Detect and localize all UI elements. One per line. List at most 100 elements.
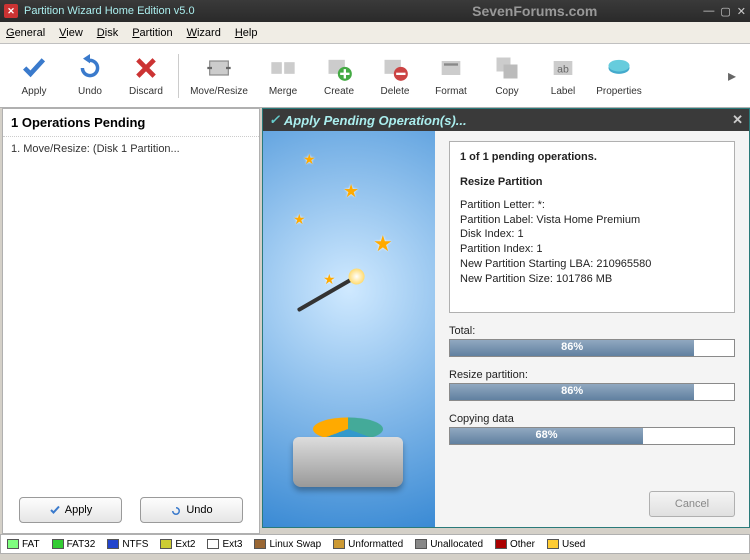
menu-help[interactable]: Help [235, 27, 258, 39]
legend-swatch [415, 539, 427, 549]
dialog-close-icon[interactable]: ✕ [732, 112, 743, 128]
undo-ops-button[interactable]: Undo [140, 497, 243, 523]
op-line: Partition Index: 1 [460, 242, 724, 257]
disk-icon [293, 437, 403, 487]
progress-copy: 68% [449, 427, 735, 445]
legend-label: FAT [22, 539, 40, 550]
apply-button[interactable]: Apply [6, 48, 62, 104]
legend-swatch [207, 539, 219, 549]
legend-swatch [107, 539, 119, 549]
discard-icon [132, 54, 160, 82]
label-button[interactable]: ab Label [535, 48, 591, 104]
app-icon: ✕ [4, 4, 18, 18]
legend-item: Used [547, 539, 585, 550]
maximize-icon[interactable]: ▢ [720, 5, 730, 18]
create-icon [325, 54, 353, 82]
main-content: ✓ Apply Pending Operation(s)... ✕ ★ ★ ★ … [262, 108, 750, 534]
merge-button[interactable]: Merge [255, 48, 311, 104]
checkmark-icon: ✓ [269, 112, 280, 128]
legend-item: FAT [7, 539, 40, 550]
menu-disk[interactable]: Disk [97, 27, 118, 39]
format-icon [437, 54, 465, 82]
undo-button[interactable]: Undo [62, 48, 118, 104]
discard-button[interactable]: Discard [118, 48, 174, 104]
window-title: Partition Wizard Home Edition v5.0 [24, 5, 195, 17]
legend-item: Linux Swap [254, 539, 321, 550]
checkmark-icon [49, 504, 61, 516]
dialog-title: Apply Pending Operation(s)... [284, 113, 467, 128]
legend-swatch [160, 539, 172, 549]
apply-dialog: ✓ Apply Pending Operation(s)... ✕ ★ ★ ★ … [262, 108, 750, 528]
undo-icon [76, 54, 104, 82]
op-line: Disk Index: 1 [460, 227, 724, 242]
copy-button[interactable]: Copy [479, 48, 535, 104]
svg-text:ab: ab [557, 64, 569, 76]
menu-view[interactable]: View [59, 27, 83, 39]
operation-info: 1 of 1 pending operations. Resize Partit… [449, 141, 735, 313]
legend-item: Ext3 [207, 539, 242, 550]
progress-label: Total: [449, 325, 735, 337]
copy-icon [493, 54, 521, 82]
create-button[interactable]: Create [311, 48, 367, 104]
move-resize-button[interactable]: Move/Resize [183, 48, 255, 104]
operation-item[interactable]: 1. Move/Resize: (Disk 1 Partition... [7, 141, 255, 157]
menu-wizard[interactable]: Wizard [187, 27, 221, 39]
legend-label: Ext3 [222, 539, 242, 550]
legend-label: Ext2 [175, 539, 195, 550]
legend-swatch [52, 539, 64, 549]
op-line: Partition Letter: *: [460, 198, 724, 213]
legend-label: Linux Swap [269, 539, 321, 550]
legend-item: NTFS [107, 539, 148, 550]
legend-label: Unformatted [348, 539, 403, 550]
op-line: New Partition Starting LBA: 210965580 [460, 257, 724, 272]
progress-resize: 86% [449, 383, 735, 401]
operations-heading: 1 Operations Pending [3, 109, 259, 137]
menu-general[interactable]: GGeneraleneral [6, 27, 45, 39]
checkmark-icon [20, 54, 48, 82]
apply-ops-button[interactable]: Apply [19, 497, 122, 523]
minimize-icon[interactable]: — [703, 5, 714, 17]
legend-swatch [254, 539, 266, 549]
progress-label: Copying data [449, 413, 735, 425]
format-button[interactable]: Format [423, 48, 479, 104]
progress-label: Resize partition: [449, 369, 735, 381]
op-summary: 1 of 1 pending operations. [460, 150, 724, 165]
legend-label: NTFS [122, 539, 148, 550]
move-resize-icon [205, 54, 233, 82]
legend-label: Used [562, 539, 585, 550]
properties-icon [605, 54, 633, 82]
toolbar: Apply Undo Discard Move/Resize Merge Cre… [0, 44, 750, 108]
menu-bar: GGeneraleneral View Disk Partition Wizar… [0, 22, 750, 44]
close-icon[interactable]: ✕ [737, 5, 746, 18]
menu-partition[interactable]: Partition [132, 27, 172, 39]
label-icon: ab [549, 54, 577, 82]
legend-item: Ext2 [160, 539, 195, 550]
legend-swatch [333, 539, 345, 549]
cancel-button[interactable]: Cancel [649, 491, 735, 517]
dialog-titlebar: ✓ Apply Pending Operation(s)... ✕ [263, 109, 749, 131]
filesystem-legend: FAT FAT32 NTFS Ext2 Ext3 Linux Swap Unformatte… [0, 534, 750, 554]
toolbar-overflow-icon[interactable]: ▸ [720, 66, 744, 86]
operations-tree: 1. Move/Resize: (Disk 1 Partition... [3, 137, 259, 487]
legend-item: FAT32 [52, 539, 96, 550]
legend-swatch [495, 539, 507, 549]
legend-label: Other [510, 539, 535, 550]
legend-item: Unformatted [333, 539, 403, 550]
progress-total: 86% [449, 339, 735, 357]
properties-button[interactable]: Properties [591, 48, 647, 104]
toolbar-separator [178, 54, 179, 98]
legend-label: Unallocated [430, 539, 483, 550]
legend-item: Other [495, 539, 535, 550]
op-name: Resize Partition [460, 175, 724, 190]
delete-button[interactable]: Delete [367, 48, 423, 104]
window-titlebar: ✕ Partition Wizard Home Edition v5.0 Sev… [0, 0, 750, 22]
legend-swatch [547, 539, 559, 549]
merge-icon [269, 54, 297, 82]
legend-label: FAT32 [67, 539, 96, 550]
operations-pane: 1 Operations Pending 1. Move/Resize: (Di… [2, 108, 260, 534]
delete-icon [381, 54, 409, 82]
legend-item: Unallocated [415, 539, 483, 550]
legend-swatch [7, 539, 19, 549]
op-line: Partition Label: Vista Home Premium [460, 213, 724, 228]
watermark-text: SevenForums.com [472, 3, 597, 19]
